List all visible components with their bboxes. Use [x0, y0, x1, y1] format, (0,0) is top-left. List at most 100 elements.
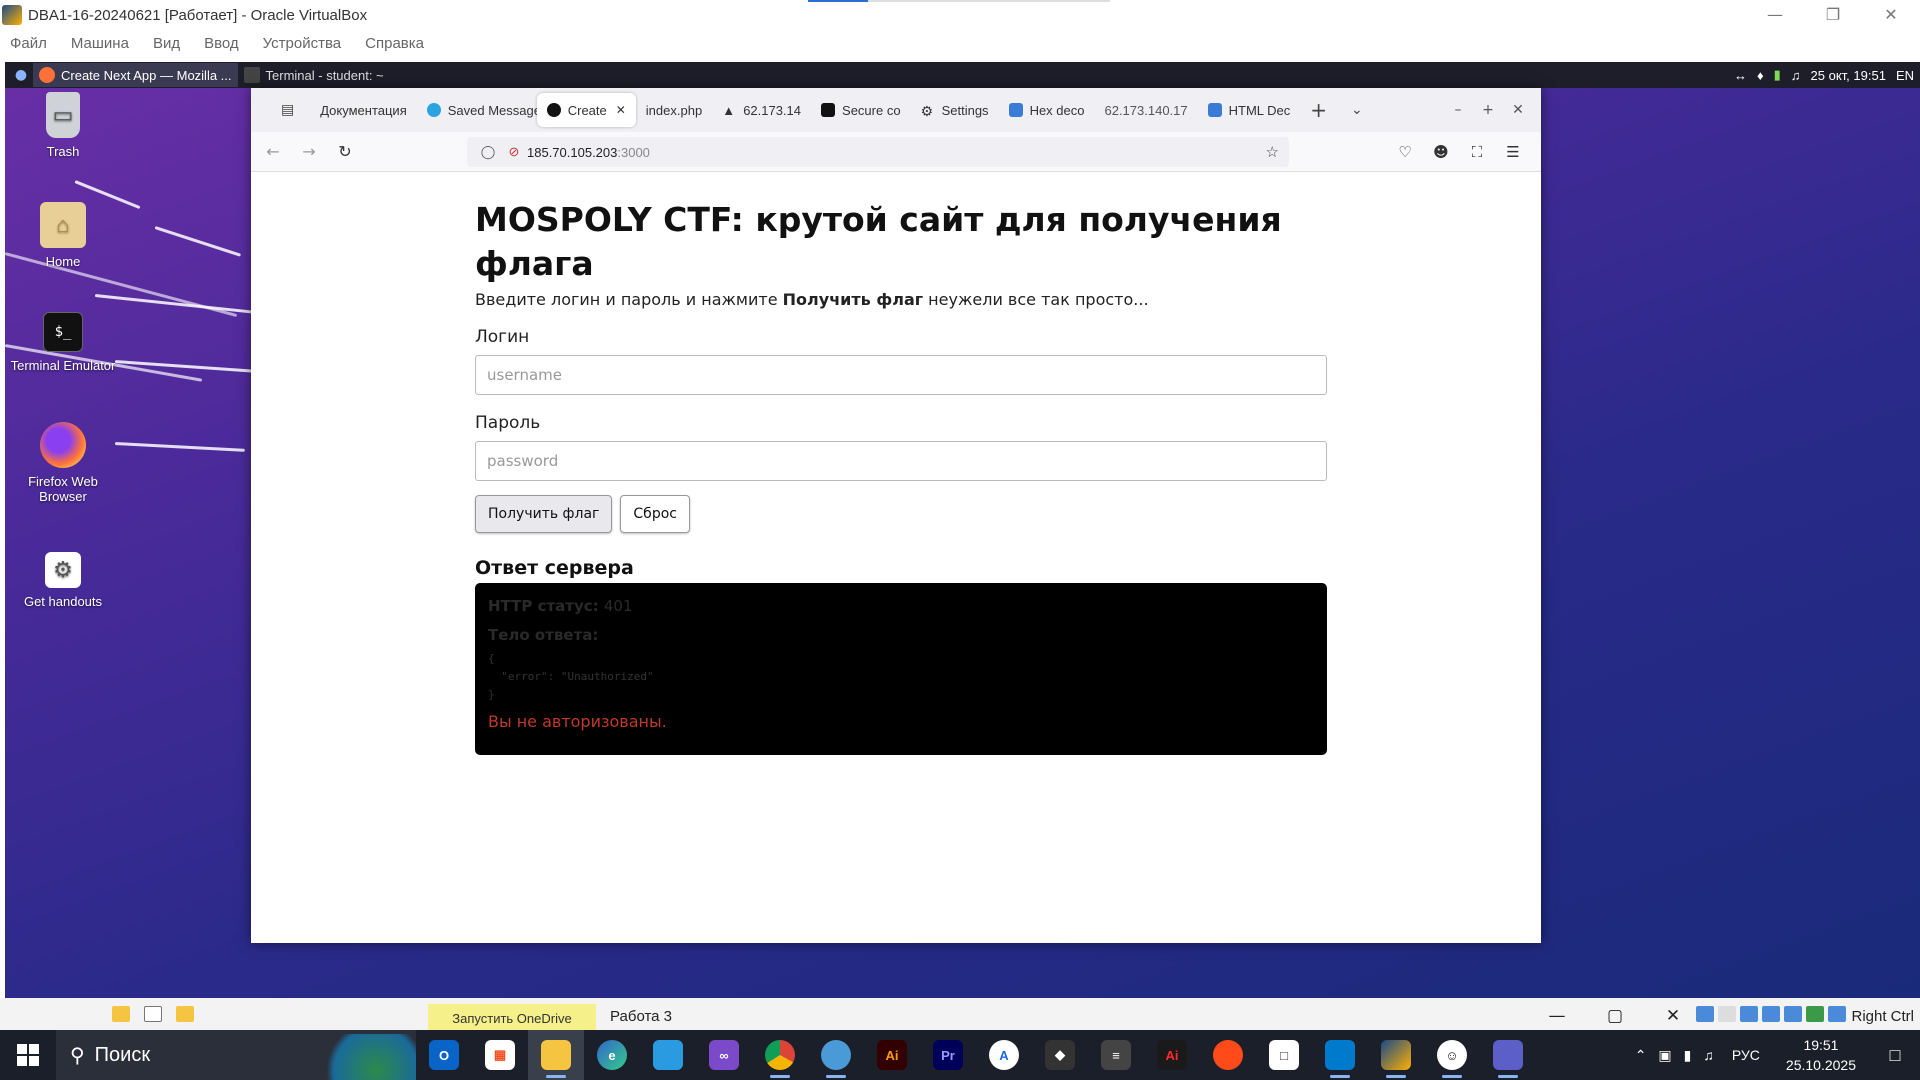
task-terminal[interactable]: Terminal - student: ~	[238, 63, 390, 87]
maximize-icon[interactable]: ▢	[1586, 1006, 1644, 1026]
volume-icon[interactable]: ♫	[1791, 68, 1801, 83]
back-icon[interactable]: ←	[255, 142, 291, 161]
taskbar-unity[interactable]: ◆	[1032, 1030, 1088, 1080]
taskbar-premiere[interactable]: Pr	[920, 1030, 976, 1080]
get-flag-button[interactable]: Получить флаг	[475, 495, 613, 533]
password-input[interactable]	[475, 441, 1327, 481]
menu-machine[interactable]: Машина	[71, 35, 129, 52]
recording-icon[interactable]	[1806, 1006, 1824, 1022]
disk-icon[interactable]	[1696, 1006, 1714, 1022]
battery-icon[interactable]: ▮	[1774, 67, 1781, 83]
taskbar-teams[interactable]	[1480, 1030, 1536, 1080]
chevron-down-icon[interactable]: ⌄	[1351, 102, 1363, 118]
whisker-menu-icon[interactable]: ●	[9, 64, 33, 86]
task-firefox[interactable]: Create Next App — Mozilla ...	[33, 63, 238, 87]
taskbar-virtualbox[interactable]	[1368, 1030, 1424, 1080]
desktop-icon-terminal[interactable]: $_ Terminal Emulator	[8, 312, 118, 373]
taskbar-music[interactable]	[1200, 1030, 1256, 1080]
guest-lang[interactable]: EN	[1896, 68, 1914, 83]
desktop-icon-trash[interactable]: ▭ Trash	[8, 92, 118, 159]
menu-file[interactable]: Файл	[10, 35, 47, 52]
onedrive-banner[interactable]: Запустить OneDrive	[428, 1004, 596, 1030]
reload-icon[interactable]: ↻	[327, 142, 363, 161]
taskbar-search[interactable]: ⚲ Поиск	[56, 1030, 416, 1080]
tab-create-next-app[interactable]: Create Next App ✕	[536, 93, 636, 127]
shared-folders-icon[interactable]	[1762, 1006, 1780, 1022]
taskbar-chrome[interactable]	[752, 1030, 808, 1080]
minimize-icon[interactable]: –	[1443, 102, 1473, 118]
tab-ip-warning[interactable]: ▲ 62.173.14	[712, 93, 811, 127]
title-accent-2	[868, 0, 1110, 2]
username-input[interactable]	[475, 355, 1327, 395]
taskbar-visual-studio[interactable]: ∞	[696, 1030, 752, 1080]
tab-ip-2[interactable]: 62.173.140.17	[1094, 93, 1197, 127]
url-bar[interactable]: ◯ ⊘ 185.70.105.203 :3000 ☆	[467, 137, 1289, 167]
battery-icon[interactable]: ▮	[1684, 1047, 1692, 1064]
input-language[interactable]: РУС	[1732, 1047, 1760, 1063]
guest-clock[interactable]: 25 окт, 19:51	[1811, 68, 1886, 83]
guest-tray: ↔ ♦ ▮ ♫ 25 окт, 19:51 EN	[1724, 62, 1914, 88]
taskbar-twitch[interactable]: □	[1256, 1030, 1312, 1080]
taskbar-appstore[interactable]: A	[976, 1030, 1032, 1080]
taskbar-virtualbox-alt[interactable]	[808, 1030, 864, 1080]
taskbar-illustrator[interactable]: Ai	[864, 1030, 920, 1080]
tab-settings[interactable]: ⚙ Settings	[911, 93, 999, 127]
taskbar-explorer[interactable]	[528, 1030, 584, 1080]
reset-button[interactable]: Сброс	[620, 495, 690, 533]
desktop-icon-handouts[interactable]: ⚙ Get handouts	[8, 552, 118, 609]
menu-input[interactable]: Ввод	[204, 35, 239, 52]
close-tab-icon[interactable]: ✕	[616, 103, 626, 117]
menu-view[interactable]: Вид	[153, 35, 180, 52]
account-icon[interactable]: ☻	[1423, 143, 1459, 161]
bookmark-star-icon[interactable]: ☆	[1266, 143, 1279, 161]
tab-hex-decoder[interactable]: Hex deco	[999, 93, 1095, 127]
tab-docs[interactable]: Документация	[310, 93, 417, 127]
close-icon[interactable]: ✕	[1862, 0, 1920, 30]
network-icon[interactable]: ↔	[1734, 68, 1747, 83]
pocket-icon[interactable]: ♡	[1387, 143, 1423, 161]
restore-icon[interactable]: ❐	[1804, 0, 1862, 30]
close-icon[interactable]: ✕	[1503, 102, 1533, 118]
start-button[interactable]	[0, 1030, 56, 1080]
close-icon[interactable]: ✕	[1644, 1006, 1702, 1026]
network-adapter-icon[interactable]	[1740, 1006, 1758, 1022]
shield-icon[interactable]: ◯	[475, 144, 501, 160]
menu-devices[interactable]: Устройства	[263, 35, 341, 52]
minimize-icon[interactable]: —	[1528, 1006, 1586, 1026]
taskbar-store[interactable]: ▦	[472, 1030, 528, 1080]
optical-drive-icon[interactable]	[1718, 1006, 1736, 1022]
menu-icon[interactable]: ☰	[1495, 143, 1531, 161]
taskbar-outlook[interactable]: O	[416, 1030, 472, 1080]
folder-icon[interactable]	[112, 1006, 130, 1022]
tab-secure-co[interactable]: Secure co	[811, 93, 911, 127]
taskbar-zip[interactable]: ≡	[1088, 1030, 1144, 1080]
bell-icon[interactable]: ♦	[1757, 68, 1764, 83]
maximize-icon[interactable]: +	[1473, 102, 1503, 118]
taskbar-chat[interactable]: ☺	[1424, 1030, 1480, 1080]
taskbar-photos[interactable]	[640, 1030, 696, 1080]
forward-icon[interactable]: →	[291, 142, 327, 161]
list-tabs-icon[interactable]: ▤	[281, 102, 294, 118]
taskbar-clock[interactable]: 19:51 25.10.2025	[1786, 1035, 1856, 1075]
folder-icon[interactable]	[176, 1006, 194, 1022]
desktop-icon-firefox[interactable]: Firefox Web Browser	[8, 422, 118, 504]
insecure-lock-icon[interactable]: ⊘	[501, 144, 527, 160]
menu-help[interactable]: Справка	[365, 35, 424, 52]
desktop-icon-home[interactable]: ⌂ Home	[8, 202, 118, 269]
chevron-up-icon[interactable]: ⌃	[1635, 1047, 1647, 1064]
extensions-icon[interactable]: ⛶	[1459, 143, 1495, 161]
taskbar-edge[interactable]: e	[584, 1030, 640, 1080]
taskbar-vscode[interactable]	[1312, 1030, 1368, 1080]
tab-index-php[interactable]: index.php	[636, 93, 712, 127]
notifications-icon[interactable]: □	[1870, 1045, 1920, 1066]
checkbox-icon[interactable]	[144, 1006, 162, 1022]
taskbar-ai-red[interactable]: Ai	[1144, 1030, 1200, 1080]
display-icon[interactable]	[1784, 1006, 1802, 1022]
download-icon[interactable]	[1828, 1006, 1846, 1022]
tab-html-decoder[interactable]: HTML Dec	[1198, 93, 1301, 127]
meet-now-icon[interactable]: ▣	[1658, 1047, 1671, 1064]
volume-icon[interactable]: ♫	[1703, 1047, 1714, 1063]
minimize-icon[interactable]: —	[1746, 0, 1804, 30]
new-tab-icon[interactable]: +	[1310, 98, 1327, 122]
tab-saved-messages[interactable]: Saved Messages	[417, 93, 537, 127]
